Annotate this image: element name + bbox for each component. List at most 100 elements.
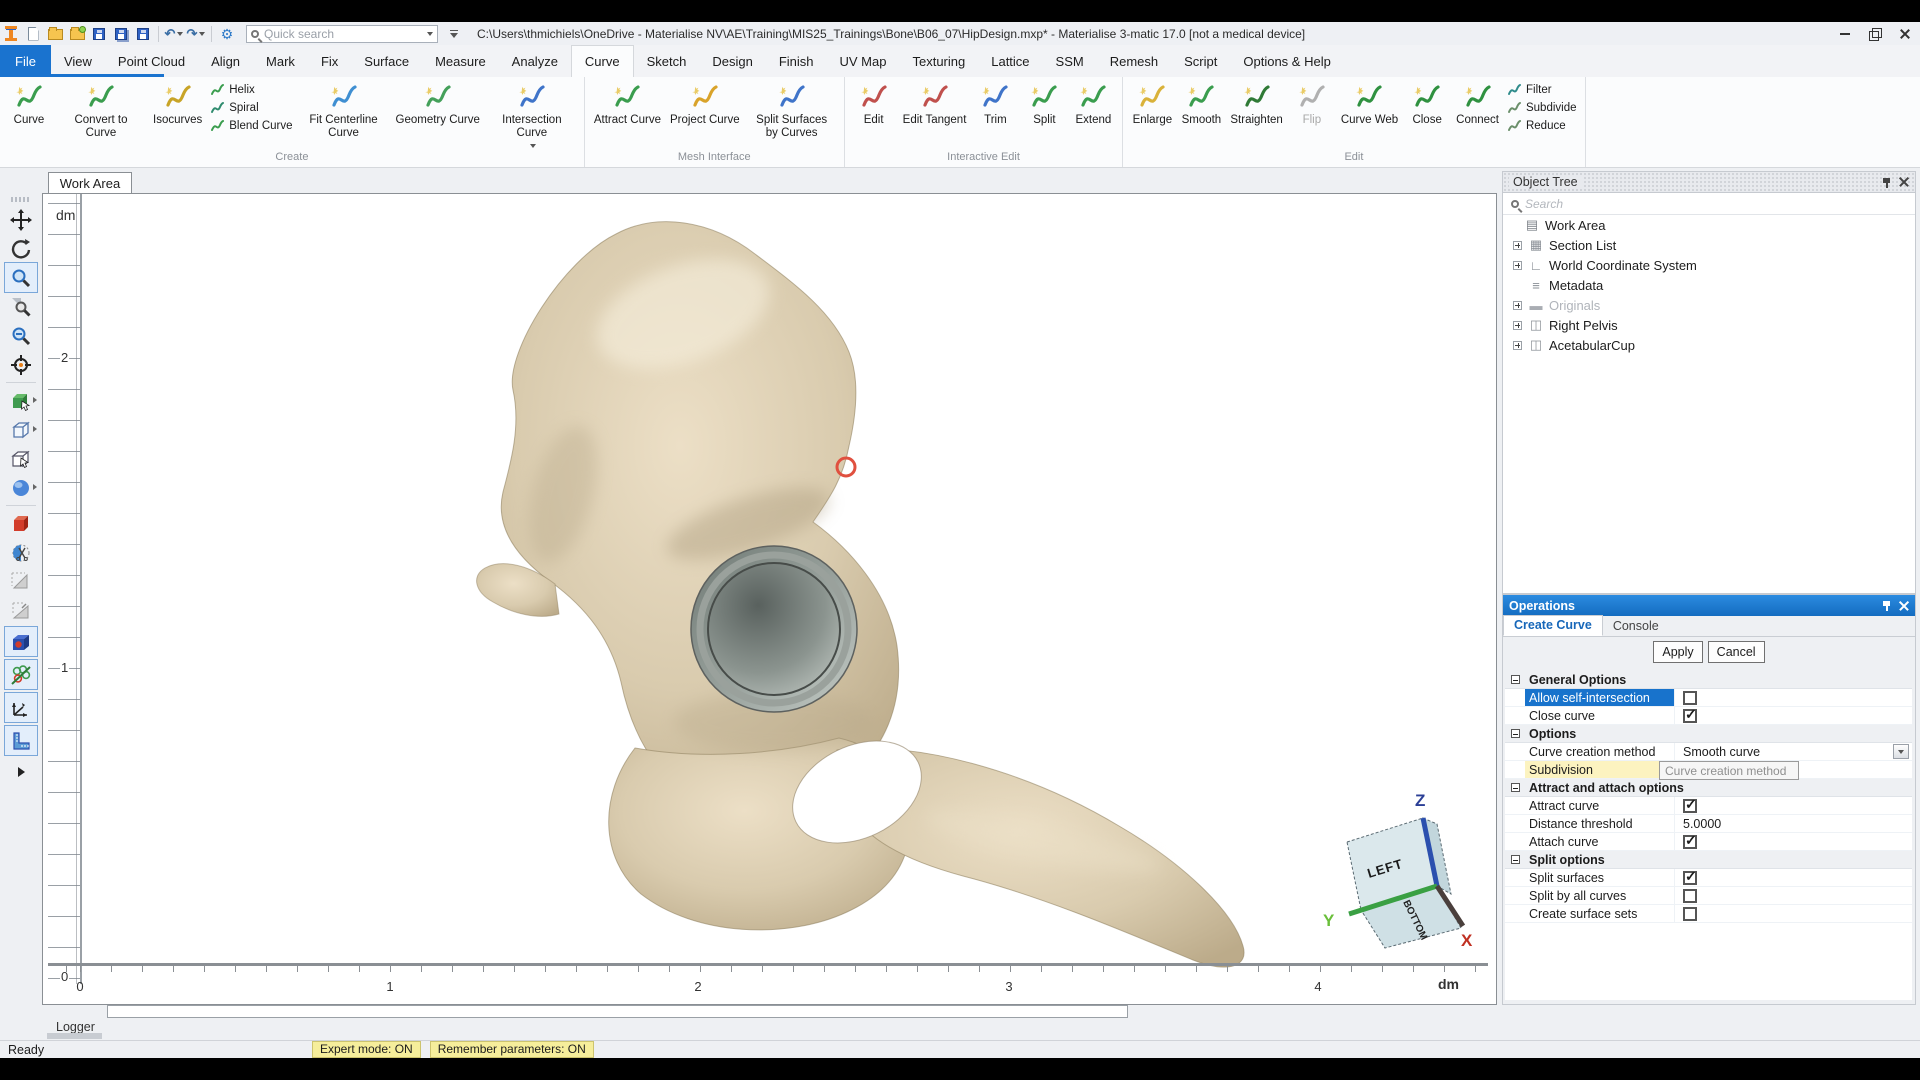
new-document-button[interactable]: [23, 24, 43, 44]
close-icon[interactable]: [1899, 177, 1909, 187]
checkbox[interactable]: [1683, 799, 1697, 813]
zoom-out-tool-icon[interactable]: [5, 321, 37, 350]
menu-item[interactable]: Options & Help: [1230, 45, 1343, 77]
tree-expander-icon[interactable]: [1513, 241, 1522, 250]
menu-item[interactable]: Texturing: [899, 45, 978, 77]
ribbon-button[interactable]: Fit Centerline Curve: [298, 80, 390, 141]
ribbon-button[interactable]: Straighten: [1227, 80, 1285, 128]
ribbon-button[interactable]: Edit Tangent: [900, 80, 970, 128]
section-expander-icon[interactable]: [1505, 855, 1525, 864]
menu-item[interactable]: View: [51, 45, 105, 77]
property-row[interactable]: Attract and attach options: [1505, 779, 1912, 797]
acetabular-cup[interactable]: [691, 546, 857, 712]
tree-item[interactable]: World Coordinate System: [1503, 255, 1915, 275]
operations-tab[interactable]: Console: [1603, 617, 1669, 636]
menu-item[interactable]: Measure: [422, 45, 499, 77]
shade-sphere-tool-icon[interactable]: [5, 473, 37, 502]
open-project-button[interactable]: [67, 24, 87, 44]
clipping-cube-tool-icon[interactable]: [5, 509, 37, 538]
ribbon-button[interactable]: Geometry Curve: [393, 80, 483, 128]
undo-button[interactable]: ↶: [164, 24, 184, 44]
ribbon-button[interactable]: Curve Web: [1338, 80, 1401, 128]
property-value-cell[interactable]: [1675, 689, 1912, 706]
ribbon-small-button[interactable]: Reduce: [1507, 118, 1577, 133]
ribbon-button[interactable]: Split Surfaces by Curves: [746, 80, 838, 141]
ribbon-button[interactable]: Project Curve: [667, 80, 743, 128]
property-row[interactable]: Split by all curves: [1505, 887, 1912, 905]
tree-expander-icon[interactable]: [1513, 301, 1522, 310]
toolbar-drag-handle[interactable]: [11, 197, 31, 202]
operations-tab[interactable]: Create Curve: [1503, 615, 1603, 636]
tree-item[interactable]: Work Area: [1503, 215, 1915, 235]
view-cube-tool-icon[interactable]: [5, 415, 37, 444]
viewport-3d[interactable]: Z Y X LEFT BOTTOM dm 2 1 0 01234 dm: [42, 193, 1497, 1005]
logger-scrollbar-thumb[interactable]: [47, 1033, 102, 1039]
property-row[interactable]: Distance threshold 5.0000: [1505, 815, 1912, 833]
menu-item[interactable]: Remesh: [1097, 45, 1171, 77]
property-value-cell[interactable]: [1675, 797, 1912, 814]
menu-item[interactable]: Mark: [253, 45, 308, 77]
save-all-button[interactable]: [133, 24, 153, 44]
checkbox[interactable]: [1683, 907, 1697, 921]
ribbon-small-button[interactable]: Spiral: [210, 100, 292, 115]
ribbon-button[interactable]: Connect: [1453, 80, 1502, 128]
checkbox[interactable]: [1683, 835, 1697, 849]
ribbon-button[interactable]: Convert to Curve: [55, 80, 147, 141]
property-row[interactable]: Create surface sets: [1505, 905, 1912, 923]
ribbon-button[interactable]: Helix Spiral: [208, 80, 294, 135]
checkbox[interactable]: [1683, 889, 1697, 903]
property-row[interactable]: Options: [1505, 725, 1912, 743]
measure-toggle-icon[interactable]: [5, 726, 37, 755]
menu-item[interactable]: Align: [198, 45, 253, 77]
pelvis-bone[interactable]: [477, 222, 1244, 967]
quick-search-input[interactable]: Quick search: [246, 25, 438, 43]
save-as-button[interactable]: [111, 24, 131, 44]
pin-icon[interactable]: [1882, 600, 1891, 611]
cancel-button[interactable]: Cancel: [1708, 641, 1765, 663]
more-tools-arrow-icon[interactable]: [5, 757, 37, 786]
work-area-tab[interactable]: Work Area: [48, 172, 132, 194]
close-icon[interactable]: [1899, 601, 1909, 611]
tree-item[interactable]: Right Pelvis: [1503, 315, 1915, 335]
toolbar-overflow-button[interactable]: [444, 24, 464, 44]
menu-item[interactable]: Sketch: [634, 45, 700, 77]
center-view-tool-icon[interactable]: [5, 350, 37, 379]
tree-expander-icon[interactable]: [1513, 321, 1522, 330]
interactive-transform-tool-icon[interactable]: [5, 596, 37, 625]
zoom-window-tool-icon[interactable]: [5, 292, 37, 321]
menu-item[interactable]: File: [0, 45, 51, 77]
hide-entities-toggle-icon[interactable]: [5, 660, 37, 689]
redo-button[interactable]: ↷: [186, 24, 206, 44]
ribbon-button[interactable]: Curve: [6, 80, 52, 128]
property-row[interactable]: Split surfaces: [1505, 869, 1912, 887]
tree-item[interactable]: Section List: [1503, 235, 1915, 255]
property-value-cell[interactable]: [1675, 707, 1912, 724]
menu-item[interactable]: UV Map: [827, 45, 900, 77]
restore-button[interactable]: [1868, 27, 1882, 41]
ribbon-button[interactable]: Smooth: [1178, 80, 1224, 128]
settings-gear-button[interactable]: ⚙: [217, 24, 237, 44]
ribbon-small-button[interactable]: Subdivide: [1507, 100, 1577, 115]
logger-pane[interactable]: [107, 1005, 1128, 1018]
rotate-tool-icon[interactable]: [5, 234, 37, 263]
ribbon-button[interactable]: Attract Curve: [591, 80, 664, 128]
apply-button[interactable]: Apply: [1653, 641, 1702, 663]
minimize-button[interactable]: [1838, 27, 1852, 41]
menu-item[interactable]: Analyze: [499, 45, 571, 77]
tree-expander-icon[interactable]: [1513, 261, 1522, 270]
property-row[interactable]: General Options: [1505, 671, 1912, 689]
orientation-cube[interactable]: Z Y X LEFT BOTTOM: [1323, 791, 1473, 950]
save-button[interactable]: [89, 24, 109, 44]
menu-item[interactable]: Fix: [308, 45, 351, 77]
checkbox[interactable]: [1683, 709, 1697, 723]
section-expander-icon[interactable]: [1505, 783, 1525, 792]
menu-item[interactable]: Surface: [351, 45, 422, 77]
menu-item[interactable]: Finish: [766, 45, 827, 77]
checkbox[interactable]: [1683, 871, 1697, 885]
ribbon-small-button[interactable]: Blend Curve: [210, 118, 292, 133]
tree-item[interactable]: Metadata: [1503, 275, 1915, 295]
select-view-tool-icon[interactable]: [5, 444, 37, 473]
property-value-cell[interactable]: [1675, 869, 1912, 886]
zoom-tool-icon[interactable]: [5, 263, 37, 292]
property-row[interactable]: Attach curve: [1505, 833, 1912, 851]
